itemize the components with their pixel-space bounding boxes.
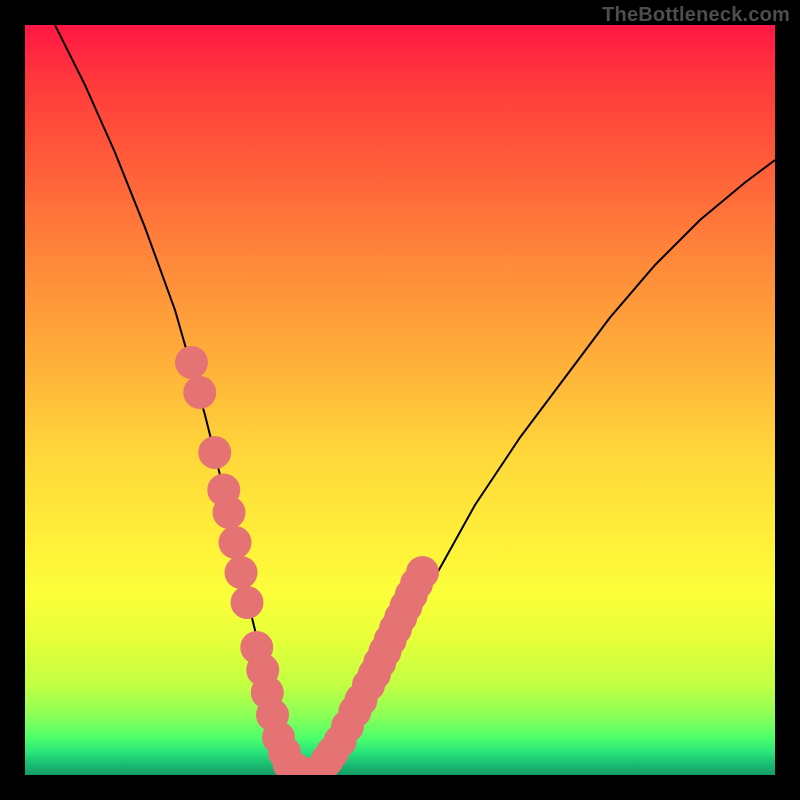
watermark-text: TheBottleneck.com — [602, 4, 790, 27]
data-bead — [231, 586, 264, 619]
data-bead — [175, 346, 208, 379]
chart-frame: TheBottleneck.com — [0, 0, 800, 800]
plot-area — [25, 25, 775, 775]
data-bead — [219, 526, 252, 559]
data-bead — [225, 556, 258, 589]
data-bead — [406, 556, 439, 589]
data-bead — [213, 496, 246, 529]
data-bead — [198, 436, 231, 469]
curve-layer — [25, 25, 775, 775]
data-bead — [183, 376, 216, 409]
